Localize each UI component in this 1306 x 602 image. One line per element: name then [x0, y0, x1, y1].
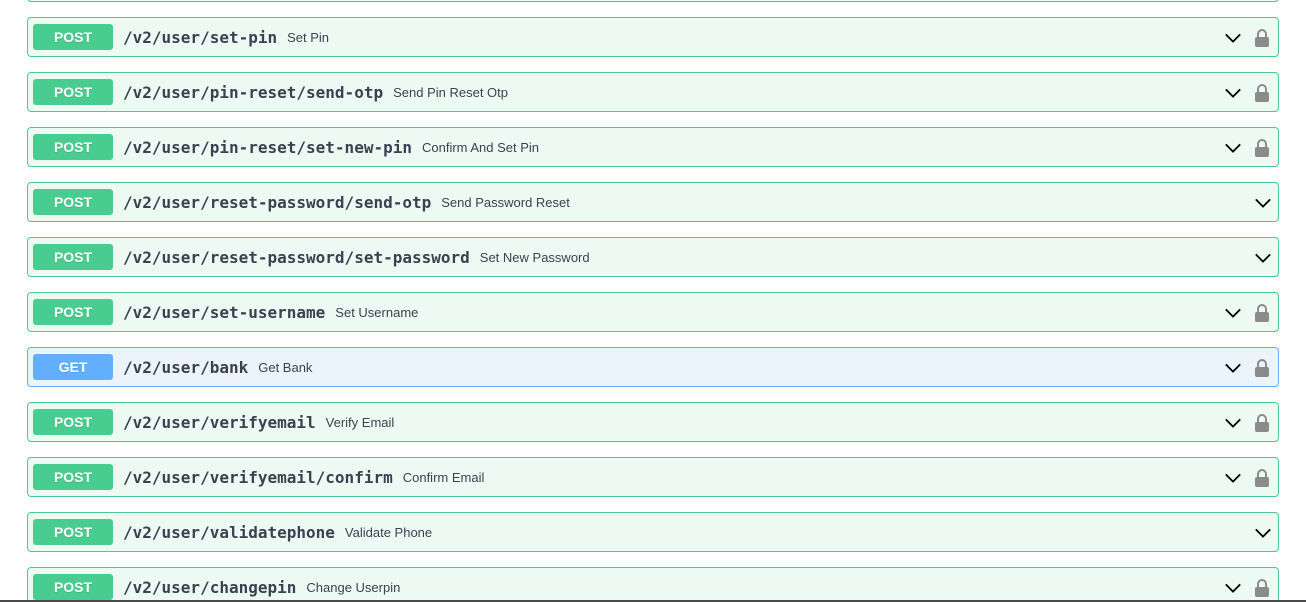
operation-path: /v2/user/changepin — [123, 577, 297, 597]
method-badge: POST — [33, 464, 113, 490]
chevron-down-icon[interactable] — [1224, 84, 1242, 102]
method-badge: POST — [33, 574, 113, 600]
operation-summary: Set New Password — [479, 249, 590, 265]
opblock-pin-reset-send-otp[interactable]: POST /v2/user/pin-reset/send-otp Send Pi… — [27, 72, 1279, 112]
operation-path: /v2/user/verifyemail — [123, 412, 316, 432]
operation-summary: Send Pin Reset Otp — [393, 84, 508, 100]
method-badge: POST — [33, 409, 113, 435]
lock-icon[interactable] — [1254, 28, 1270, 48]
method-badge: POST — [33, 134, 113, 160]
lock-icon[interactable] — [1254, 83, 1270, 103]
operation-summary: Send Password Reset — [441, 194, 570, 210]
method-badge: POST — [33, 519, 113, 545]
opblock-get-bank[interactable]: GET /v2/user/bank Get Bank — [27, 347, 1279, 387]
chevron-down-icon[interactable] — [1224, 139, 1242, 157]
operation-path: /v2/user/reset-password/set-password — [123, 247, 470, 267]
lock-icon[interactable] — [1254, 578, 1270, 598]
operation-summary: Validate Phone — [344, 524, 433, 540]
chevron-down-icon[interactable] — [1254, 249, 1272, 267]
method-badge: POST — [33, 79, 113, 105]
opblock-pin-reset-set-new-pin[interactable]: POST /v2/user/pin-reset/set-new-pin Conf… — [27, 127, 1279, 167]
operation-path: /v2/user/validatephone — [123, 522, 335, 542]
operation-summary: Confirm Email — [402, 469, 485, 485]
operation-summary: Verify Email — [325, 414, 395, 430]
chevron-down-icon[interactable] — [1254, 194, 1272, 212]
method-badge: POST — [33, 299, 113, 325]
chevron-down-icon[interactable] — [1224, 469, 1242, 487]
operation-path: /v2/user/set-username — [123, 302, 326, 322]
opblock-verifyemail[interactable]: POST /v2/user/verifyemail Verify Email — [27, 402, 1279, 442]
swagger-operations-page: POST /v2/user/set-pin Set Pin POST /v2/u… — [0, 0, 1306, 602]
operation-path: /v2/user/pin-reset/send-otp — [123, 82, 384, 102]
chevron-down-icon[interactable] — [1224, 29, 1242, 47]
operation-path: /v2/user/reset-password/send-otp — [123, 192, 432, 212]
method-badge: POST — [33, 189, 113, 215]
opblock-verifyemail-confirm[interactable]: POST /v2/user/verifyemail/confirm Confir… — [27, 457, 1279, 497]
opblock-set-username[interactable]: POST /v2/user/set-username Set Username — [27, 292, 1279, 332]
operation-summary: Get Bank — [258, 359, 313, 375]
operation-summary: Set Username — [335, 304, 419, 320]
operation-summary: Change Userpin — [306, 579, 401, 595]
lock-icon[interactable] — [1254, 413, 1270, 433]
lock-icon[interactable] — [1254, 303, 1270, 323]
chevron-down-icon[interactable] — [1224, 304, 1242, 322]
method-badge: GET — [33, 354, 113, 380]
chevron-down-icon[interactable] — [1224, 359, 1242, 377]
operation-path: /v2/user/pin-reset/set-new-pin — [123, 137, 412, 157]
previous-operation-block[interactable] — [27, 0, 1279, 2]
operation-path: /v2/user/set-pin — [123, 27, 278, 47]
lock-icon[interactable] — [1254, 138, 1270, 158]
operation-summary: Set Pin — [287, 29, 330, 45]
operation-summary: Confirm And Set Pin — [421, 139, 540, 155]
chevron-down-icon[interactable] — [1224, 414, 1242, 432]
operation-path: /v2/user/verifyemail/confirm — [123, 467, 393, 487]
opblock-set-pin[interactable]: POST /v2/user/set-pin Set Pin — [27, 17, 1279, 57]
chevron-down-icon[interactable] — [1254, 524, 1272, 542]
opblock-validatephone[interactable]: POST /v2/user/validatephone Validate Pho… — [27, 512, 1279, 552]
operation-path: /v2/user/bank — [123, 357, 249, 377]
opblock-reset-password-set-password[interactable]: POST /v2/user/reset-password/set-passwor… — [27, 237, 1279, 277]
method-badge: POST — [33, 24, 113, 50]
method-badge: POST — [33, 244, 113, 270]
lock-icon[interactable] — [1254, 358, 1270, 378]
lock-icon[interactable] — [1254, 468, 1270, 488]
opblock-changepin[interactable]: POST /v2/user/changepin Change Userpin — [27, 567, 1279, 602]
opblock-reset-password-send-otp[interactable]: POST /v2/user/reset-password/send-otp Se… — [27, 182, 1279, 222]
chevron-down-icon[interactable] — [1224, 579, 1242, 597]
